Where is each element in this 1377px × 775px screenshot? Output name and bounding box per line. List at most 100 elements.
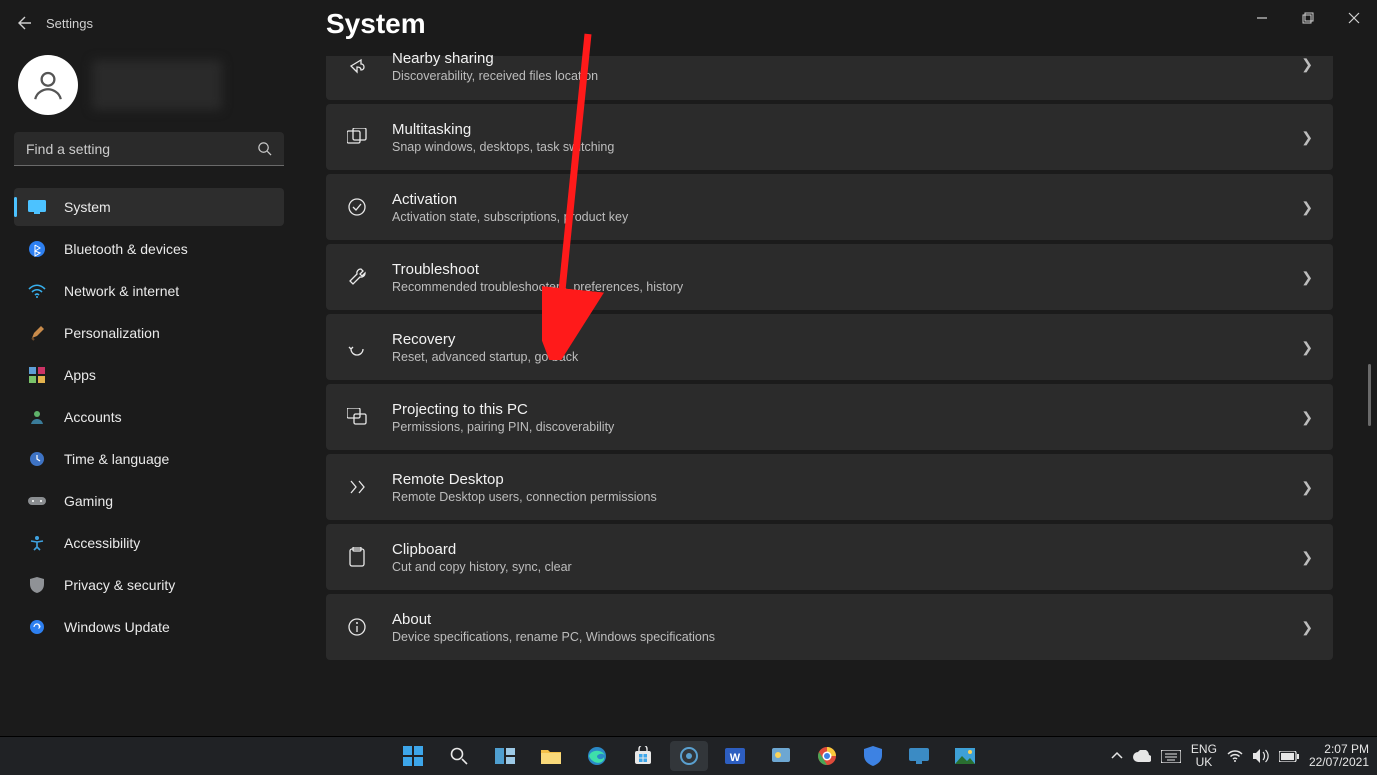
edge-icon <box>587 746 607 766</box>
nav-network[interactable]: Network & internet <box>14 272 284 310</box>
photo-icon <box>955 748 975 764</box>
nav-accounts[interactable]: Accounts <box>14 398 284 436</box>
card-texts: About Device specifications, rename PC, … <box>392 611 715 644</box>
onedrive-icon[interactable] <box>1133 750 1151 762</box>
card-texts: Activation Activation state, subscriptio… <box>392 191 628 224</box>
keyboard-icon[interactable] <box>1161 750 1181 763</box>
settings-taskbar-button[interactable] <box>670 741 708 771</box>
share-icon <box>346 56 368 76</box>
info-icon <box>346 617 368 637</box>
search-input[interactable]: Find a setting <box>14 132 284 166</box>
chrome-icon <box>817 746 837 766</box>
taskbar: W ENG UK 2:07 PM 22/07/2021 <box>0 736 1377 775</box>
card-subtitle: Remote Desktop users, connection permiss… <box>392 490 657 504</box>
sidebar: Find a setting System Bluetooth & device… <box>14 50 289 646</box>
card-multitasking[interactable]: Multitasking Snap windows, desktops, tas… <box>326 104 1333 170</box>
card-title: Nearby sharing <box>392 50 598 67</box>
tray-overflow[interactable] <box>1111 751 1123 761</box>
battery-tray-icon[interactable] <box>1279 751 1299 762</box>
chevron-right-icon: ❯ <box>1301 129 1313 146</box>
language-indicator[interactable]: ENG UK <box>1191 743 1217 769</box>
shield-icon <box>864 746 882 766</box>
nav-label: Accounts <box>64 409 122 425</box>
store-button[interactable] <box>624 741 662 771</box>
card-subtitle: Snap windows, desktops, task switching <box>392 140 614 154</box>
photos-button[interactable] <box>946 741 984 771</box>
nav-system[interactable]: System <box>14 188 284 226</box>
start-button[interactable] <box>394 741 432 771</box>
nav-label: Privacy & security <box>64 577 175 593</box>
card-texts: Recovery Reset, advanced startup, go bac… <box>392 331 578 364</box>
person-icon <box>31 68 65 102</box>
store-icon <box>633 746 653 766</box>
card-troubleshoot[interactable]: Troubleshoot Recommended troubleshooters… <box>326 244 1333 310</box>
chevron-right-icon: ❯ <box>1301 549 1313 566</box>
account-icon <box>28 409 46 425</box>
nav-personalization[interactable]: Personalization <box>14 314 284 352</box>
lang-secondary: UK <box>1191 756 1217 769</box>
main-pane: System Nearby sharing Discoverability, r… <box>326 8 1363 736</box>
nav-label: Windows Update <box>64 619 170 635</box>
chrome-button[interactable] <box>808 741 846 771</box>
weather-button[interactable] <box>762 741 800 771</box>
system-tray: ENG UK 2:07 PM 22/07/2021 <box>1111 743 1369 769</box>
card-texts: Clipboard Cut and copy history, sync, cl… <box>392 541 572 574</box>
back-button[interactable] <box>0 15 46 31</box>
card-activation[interactable]: Activation Activation state, subscriptio… <box>326 174 1333 240</box>
wifi-icon <box>28 284 46 298</box>
wifi-tray-icon[interactable] <box>1227 750 1243 762</box>
taskbar-center: W <box>394 741 984 771</box>
nav-label: Personalization <box>64 325 160 341</box>
card-recovery[interactable]: Recovery Reset, advanced startup, go bac… <box>326 314 1333 380</box>
card-nearby-sharing[interactable]: Nearby sharing Discoverability, received… <box>326 56 1333 100</box>
clipboard-icon <box>346 547 368 567</box>
nav-time-language[interactable]: Time & language <box>14 440 284 478</box>
search-button[interactable] <box>440 741 478 771</box>
chevron-right-icon: ❯ <box>1301 269 1313 286</box>
nav-list: System Bluetooth & devices Network & int… <box>14 188 284 646</box>
nav-accessibility[interactable]: Accessibility <box>14 524 284 562</box>
card-clipboard[interactable]: Clipboard Cut and copy history, sync, cl… <box>326 524 1333 590</box>
word-icon: W <box>725 746 745 766</box>
card-title: Multitasking <box>392 121 614 138</box>
clock-date: 22/07/2021 <box>1309 756 1369 769</box>
check-circle-icon <box>346 197 368 217</box>
gear-icon <box>679 746 699 766</box>
paintbrush-icon <box>28 325 46 341</box>
nav-gaming[interactable]: Gaming <box>14 482 284 520</box>
word-button[interactable]: W <box>716 741 754 771</box>
nav-label: Network & internet <box>64 283 179 299</box>
file-explorer-button[interactable] <box>532 741 570 771</box>
profile-block[interactable] <box>14 50 289 120</box>
card-projecting[interactable]: Projecting to this PC Permissions, pairi… <box>326 384 1333 450</box>
card-texts: Multitasking Snap windows, desktops, tas… <box>392 121 614 154</box>
security-button[interactable] <box>854 741 892 771</box>
clock[interactable]: 2:07 PM 22/07/2021 <box>1309 743 1369 769</box>
scrollbar-thumb[interactable] <box>1368 364 1371 426</box>
card-remote-desktop[interactable]: Remote Desktop Remote Desktop users, con… <box>326 454 1333 520</box>
wrench-icon <box>346 267 368 287</box>
card-title: Troubleshoot <box>392 261 683 278</box>
nav-windows-update[interactable]: Windows Update <box>14 608 284 646</box>
page-heading: System <box>326 8 1363 40</box>
task-view-icon <box>495 748 515 764</box>
nav-apps[interactable]: Apps <box>14 356 284 394</box>
display-icon <box>28 200 46 214</box>
edge-button[interactable] <box>578 741 616 771</box>
nav-label: Gaming <box>64 493 113 509</box>
nav-privacy[interactable]: Privacy & security <box>14 566 284 604</box>
screen-capture-button[interactable] <box>900 741 938 771</box>
card-texts: Troubleshoot Recommended troubleshooters… <box>392 261 683 294</box>
gaming-icon <box>28 495 46 507</box>
card-title: Remote Desktop <box>392 471 657 488</box>
clock-icon <box>28 451 46 467</box>
app-title: Settings <box>46 16 93 31</box>
card-about[interactable]: About Device specifications, rename PC, … <box>326 594 1333 660</box>
volume-tray-icon[interactable] <box>1253 749 1269 763</box>
nav-bluetooth[interactable]: Bluetooth & devices <box>14 230 284 268</box>
task-view-button[interactable] <box>486 741 524 771</box>
projecting-icon <box>346 408 368 426</box>
card-subtitle: Device specifications, rename PC, Window… <box>392 630 715 644</box>
apps-icon <box>28 367 46 383</box>
card-subtitle: Reset, advanced startup, go back <box>392 350 578 364</box>
